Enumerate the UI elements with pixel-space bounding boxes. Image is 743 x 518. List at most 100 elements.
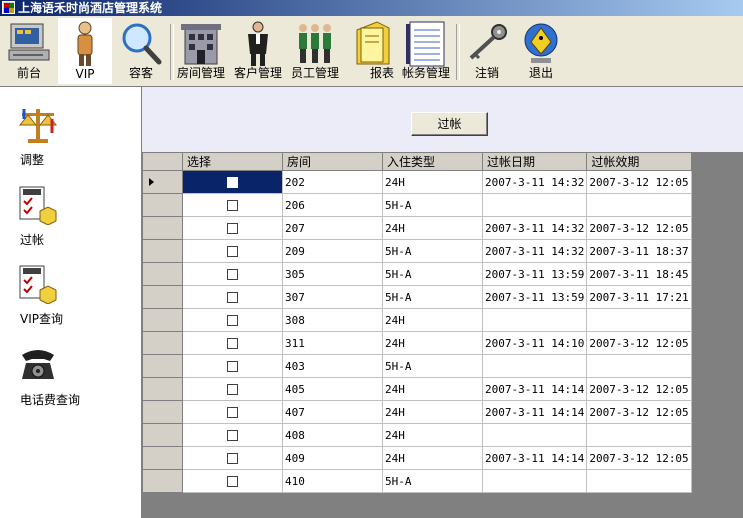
post-date-cell[interactable]: 2007-3-11 14:32 (481, 239, 588, 263)
row-header[interactable] (142, 354, 183, 378)
select-cell[interactable] (182, 354, 283, 378)
checkin-type-cell[interactable]: 5H-A (382, 469, 483, 493)
table-row[interactable]: 209 5H-A 2007-3-11 14:32 2007-3-11 18:37 (142, 239, 692, 263)
table-row[interactable]: 308 24H (142, 308, 692, 332)
table-row[interactable]: 407 24H 2007-3-11 14:14 2007-3-12 12:05 (142, 400, 692, 424)
row-header[interactable] (142, 423, 183, 447)
toolbar-guest-search-button[interactable]: 容客 (114, 18, 168, 84)
room-cell[interactable]: 311 (282, 331, 383, 355)
post-date-cell[interactable]: 2007-3-11 13:59 (481, 285, 588, 309)
room-cell[interactable]: 209 (282, 239, 383, 263)
checkin-type-cell[interactable]: 24H (382, 446, 483, 470)
row-header[interactable] (142, 193, 183, 217)
room-cell[interactable]: 307 (282, 285, 383, 309)
post-expiry-cell[interactable]: 2007-3-11 17:21 (586, 285, 692, 309)
checkin-type-cell[interactable]: 24H (382, 400, 483, 424)
checkin-type-cell[interactable]: 5H-A (382, 239, 483, 263)
row-header[interactable] (142, 377, 183, 401)
select-checkbox[interactable] (227, 177, 238, 188)
toolbar-room-management-button[interactable]: 房间管理 (174, 18, 228, 84)
checkin-type-cell[interactable]: 24H (382, 331, 483, 355)
post-expiry-cell[interactable] (586, 193, 692, 217)
table-row[interactable]: 405 24H 2007-3-11 14:14 2007-3-12 12:05 (142, 377, 692, 401)
room-cell[interactable]: 403 (282, 354, 383, 378)
table-row[interactable]: 409 24H 2007-3-11 14:14 2007-3-12 12:05 (142, 446, 692, 470)
toolbar-report-button[interactable]: 报表 (348, 18, 398, 84)
room-cell[interactable]: 409 (282, 446, 383, 470)
room-cell[interactable]: 207 (282, 216, 383, 240)
post-expiry-cell[interactable]: 2007-3-12 12:05 (586, 400, 692, 424)
post-date-cell[interactable] (481, 423, 588, 447)
post-expiry-cell[interactable]: 2007-3-12 12:05 (586, 377, 692, 401)
toolbar-customer-management-button[interactable]: 客户管理 (230, 18, 286, 84)
checkin-type-cell[interactable]: 5H-A (382, 354, 483, 378)
post-expiry-cell[interactable] (586, 469, 692, 493)
select-cell[interactable] (182, 193, 283, 217)
select-checkbox[interactable] (227, 200, 238, 211)
select-checkbox[interactable] (227, 407, 238, 418)
table-row[interactable]: 408 24H (142, 423, 692, 447)
select-checkbox[interactable] (227, 269, 238, 280)
select-checkbox[interactable] (227, 361, 238, 372)
select-cell[interactable] (182, 262, 283, 286)
toolbar-staff-management-button[interactable]: 员工管理 (288, 18, 342, 84)
row-header[interactable] (142, 170, 183, 194)
post-expiry-cell[interactable] (586, 423, 692, 447)
column-header-post-date[interactable]: 过帐日期 (481, 152, 588, 171)
room-cell[interactable]: 408 (282, 423, 383, 447)
room-cell[interactable]: 206 (282, 193, 383, 217)
toolbar-vip-button[interactable]: VIP (58, 18, 112, 84)
column-header-room[interactable]: 房间 (282, 152, 383, 171)
row-header[interactable] (142, 446, 183, 470)
row-header[interactable] (142, 331, 183, 355)
sidebar-item-phone-fee-query[interactable]: 电话费查询 (0, 345, 141, 417)
room-cell[interactable]: 308 (282, 308, 383, 332)
select-checkbox[interactable] (227, 384, 238, 395)
select-checkbox[interactable] (227, 246, 238, 257)
select-cell[interactable] (182, 331, 283, 355)
table-row[interactable]: 403 5H-A (142, 354, 692, 378)
checkin-type-cell[interactable]: 24H (382, 216, 483, 240)
post-date-cell[interactable]: 2007-3-11 14:14 (481, 400, 588, 424)
post-date-cell[interactable] (481, 469, 588, 493)
select-cell[interactable] (182, 377, 283, 401)
row-header[interactable] (142, 308, 183, 332)
room-cell[interactable]: 407 (282, 400, 383, 424)
sidebar-item-post[interactable]: 过帐 (0, 185, 141, 257)
post-expiry-cell[interactable] (586, 308, 692, 332)
select-checkbox[interactable] (227, 315, 238, 326)
row-header[interactable] (142, 400, 183, 424)
table-row[interactable]: 307 5H-A 2007-3-11 13:59 2007-3-11 17:21 (142, 285, 692, 309)
post-expiry-cell[interactable]: 2007-3-12 12:05 (586, 170, 692, 194)
checkin-type-cell[interactable]: 24H (382, 377, 483, 401)
checkin-type-cell[interactable]: 5H-A (382, 285, 483, 309)
post-expiry-cell[interactable]: 2007-3-12 12:05 (586, 216, 692, 240)
table-row[interactable]: 206 5H-A (142, 193, 692, 217)
toolbar-exit-button[interactable]: 退出 (514, 18, 568, 84)
select-cell[interactable] (182, 216, 283, 240)
checkin-type-cell[interactable]: 24H (382, 423, 483, 447)
select-cell[interactable] (182, 446, 283, 470)
select-checkbox[interactable] (227, 223, 238, 234)
select-checkbox[interactable] (227, 453, 238, 464)
select-cell[interactable] (182, 469, 283, 493)
post-expiry-cell[interactable]: 2007-3-11 18:45 (586, 262, 692, 286)
room-cell[interactable]: 410 (282, 469, 383, 493)
post-expiry-cell[interactable]: 2007-3-12 12:05 (586, 446, 692, 470)
select-cell[interactable] (182, 423, 283, 447)
select-checkbox[interactable] (227, 338, 238, 349)
sidebar-item-adjust[interactable]: 调整 (0, 105, 141, 177)
post-date-cell[interactable]: 2007-3-11 14:14 (481, 446, 588, 470)
select-checkbox[interactable] (227, 430, 238, 441)
select-checkbox[interactable] (227, 292, 238, 303)
sidebar-item-vip-query[interactable]: VIP查询 (0, 264, 141, 336)
toolbar-accounts-management-button[interactable]: 帐务管理 (398, 18, 454, 84)
room-cell[interactable]: 305 (282, 262, 383, 286)
select-cell[interactable] (182, 285, 283, 309)
post-expiry-cell[interactable]: 2007-3-11 18:37 (586, 239, 692, 263)
row-header[interactable] (142, 216, 183, 240)
table-row[interactable]: 410 5H-A (142, 469, 692, 493)
column-header-checkin-type[interactable]: 入住类型 (382, 152, 483, 171)
column-header-select[interactable]: 选择 (182, 152, 283, 171)
post-date-cell[interactable]: 2007-3-11 14:32 (481, 170, 588, 194)
